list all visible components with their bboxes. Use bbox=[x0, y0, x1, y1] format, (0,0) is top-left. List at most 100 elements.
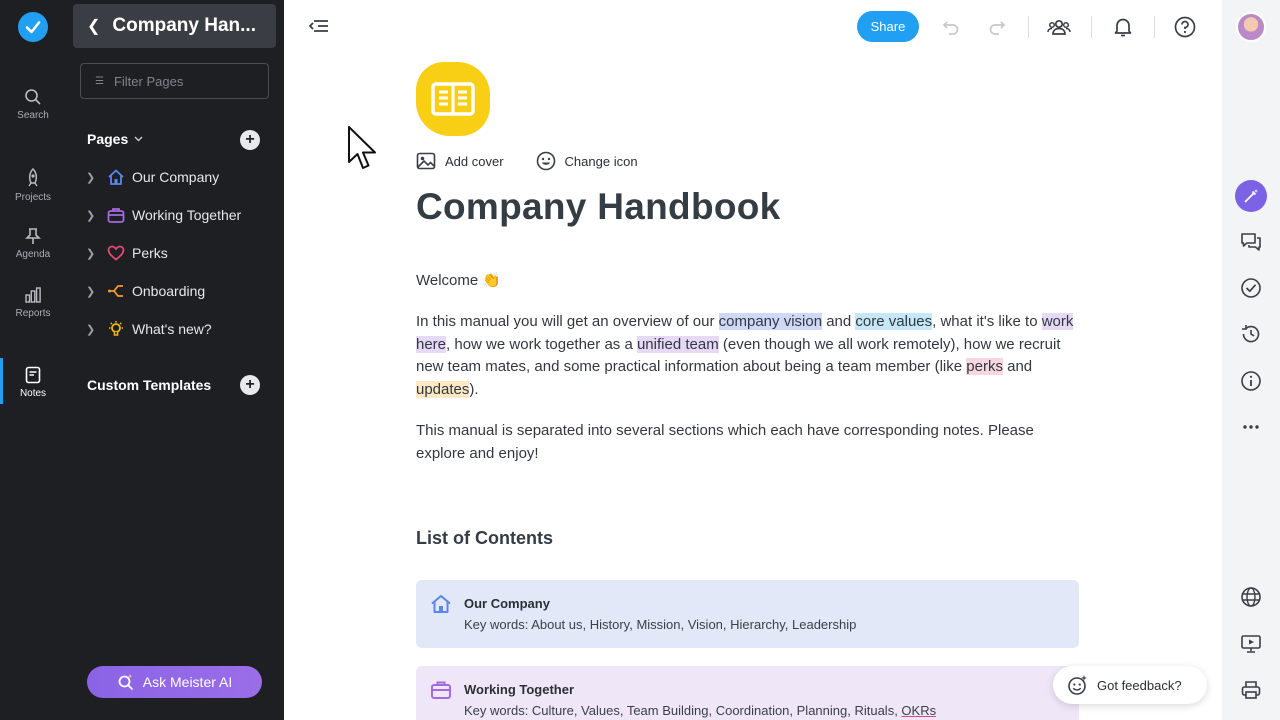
globe-icon[interactable] bbox=[1239, 585, 1263, 609]
text-span: and bbox=[1002, 358, 1033, 375]
toc-card-keywords: Key words: About us, History, Mission, V… bbox=[464, 617, 857, 632]
share-button[interactable]: Share bbox=[857, 11, 919, 42]
ai-search-icon bbox=[118, 674, 133, 691]
chevron-right-icon[interactable]: ❯ bbox=[86, 209, 98, 222]
feedback-button[interactable]: Got feedback? bbox=[1053, 666, 1207, 704]
chevron-right-icon[interactable]: ❯ bbox=[86, 285, 98, 298]
sidebar-item-label: Onboarding bbox=[132, 283, 206, 299]
meistertask-logo-icon[interactable] bbox=[18, 12, 48, 42]
info-icon[interactable] bbox=[1239, 369, 1263, 393]
welcome-paragraph[interactable]: Welcome 👏 bbox=[416, 270, 1080, 293]
note-icon bbox=[25, 366, 41, 384]
right-toolbar bbox=[1222, 0, 1280, 720]
list-of-contents-heading[interactable]: List of Contents bbox=[416, 528, 553, 549]
rail-item-projects[interactable]: Projects bbox=[0, 168, 66, 203]
tasks-check-icon[interactable] bbox=[1239, 276, 1263, 300]
rail-label: Notes bbox=[19, 388, 47, 399]
ask-ai-label: Ask Meister AI bbox=[142, 674, 233, 690]
sidebar-header[interactable]: ❮ Company Han... bbox=[73, 4, 276, 48]
highlight-core-values[interactable]: core values bbox=[855, 313, 933, 330]
sidebar-item-whats-new[interactable]: ❯ What's new? bbox=[86, 317, 212, 341]
highlight-company-vision[interactable]: company vision bbox=[718, 313, 823, 330]
bar-chart-icon bbox=[25, 287, 41, 303]
smiley-icon bbox=[536, 151, 555, 171]
page-title[interactable]: Company Handbook bbox=[416, 186, 781, 228]
cover-actions: Add cover Change icon bbox=[416, 151, 670, 171]
pages-section-label: Pages bbox=[87, 131, 129, 147]
manual-paragraph[interactable]: This manual is separated into several se… bbox=[416, 420, 1080, 465]
rail-label: Agenda bbox=[15, 249, 51, 260]
help-icon[interactable] bbox=[1173, 15, 1197, 39]
toc-card-title: Our Company bbox=[464, 596, 550, 611]
heart-icon bbox=[106, 243, 126, 263]
okrs-link[interactable]: OKRs bbox=[901, 703, 936, 718]
highlight-updates[interactable]: updates bbox=[416, 380, 470, 398]
rocket-icon bbox=[28, 168, 38, 187]
more-options-icon[interactable] bbox=[1239, 415, 1263, 439]
rail-label: Search bbox=[17, 110, 49, 121]
ai-magic-wand-icon[interactable] bbox=[1235, 180, 1267, 212]
rail-item-search[interactable]: Search bbox=[0, 88, 66, 121]
presentation-icon[interactable] bbox=[1239, 632, 1263, 656]
sidebar-item-working-together[interactable]: ❯ Working Together bbox=[86, 203, 241, 227]
change-icon-label: Change icon bbox=[564, 153, 638, 169]
bell-icon[interactable] bbox=[1111, 15, 1135, 39]
undo-icon[interactable] bbox=[939, 15, 963, 39]
text-span: In this manual you will get an overview … bbox=[416, 313, 719, 330]
feedback-label: Got feedback? bbox=[1097, 677, 1182, 693]
toc-card-keywords: Key words: Culture, Values, Team Buildin… bbox=[464, 703, 1079, 718]
chevron-left-icon[interactable]: ❮ bbox=[87, 16, 100, 36]
rail-item-agenda[interactable]: Agenda bbox=[0, 227, 66, 260]
briefcase-icon bbox=[430, 680, 452, 705]
change-icon-button[interactable]: Change icon bbox=[536, 151, 638, 171]
sidebar-item-label: Perks bbox=[132, 245, 168, 261]
text-span: and bbox=[822, 313, 856, 330]
chevron-right-icon[interactable]: ❯ bbox=[86, 247, 98, 260]
members-icon[interactable] bbox=[1047, 15, 1071, 39]
chevron-right-icon[interactable]: ❯ bbox=[86, 323, 98, 336]
sidebar-item-perks[interactable]: ❯ Perks bbox=[86, 241, 168, 265]
filter-pages-input[interactable]: ☰ Filter Pages bbox=[80, 63, 269, 99]
notes-sidebar: ❮ Company Han... ☰ Filter Pages Pages + … bbox=[66, 0, 284, 720]
feedback-smiley-icon bbox=[1068, 675, 1087, 695]
highlight-unified-team[interactable]: unified team bbox=[636, 335, 719, 353]
add-page-button[interactable]: + bbox=[240, 130, 260, 150]
user-avatar[interactable] bbox=[1236, 12, 1266, 42]
pages-section-toggle[interactable]: Pages bbox=[87, 131, 143, 147]
collapse-sidebar-icon[interactable] bbox=[308, 16, 330, 41]
highlight-perks[interactable]: perks bbox=[966, 358, 1003, 375]
custom-templates-label: Custom Templates bbox=[87, 377, 212, 393]
chevron-right-icon[interactable]: ❯ bbox=[86, 171, 98, 184]
book-icon[interactable] bbox=[416, 62, 490, 136]
rail-label: Reports bbox=[15, 308, 51, 319]
pin-icon bbox=[25, 228, 41, 244]
intro-paragraph[interactable]: In this manual you will get an overview … bbox=[416, 311, 1080, 401]
flow-icon bbox=[106, 281, 126, 301]
redo-icon[interactable] bbox=[985, 15, 1009, 39]
toc-card-working-together[interactable]: Working Together Key words: Culture, Val… bbox=[416, 666, 1079, 720]
add-template-button[interactable]: + bbox=[240, 375, 260, 395]
rail-item-reports[interactable]: Reports bbox=[0, 286, 66, 319]
filter-placeholder: Filter Pages bbox=[113, 73, 184, 89]
toc-card-title: Working Together bbox=[464, 682, 575, 697]
image-icon bbox=[416, 152, 436, 170]
home-icon bbox=[106, 167, 126, 187]
text-span: , how we work together as a bbox=[446, 335, 637, 353]
toc-card-our-company[interactable]: Our Company Key words: About us, History… bbox=[416, 580, 1079, 648]
app-rail: Search Projects Agenda Reports Notes bbox=[0, 0, 66, 720]
print-icon[interactable] bbox=[1239, 678, 1263, 702]
search-icon bbox=[25, 89, 41, 105]
home-icon bbox=[430, 594, 452, 619]
sidebar-item-our-company[interactable]: ❯ Our Company bbox=[86, 165, 219, 189]
rail-item-notes[interactable]: Notes bbox=[0, 358, 66, 404]
add-cover-button[interactable]: Add cover bbox=[416, 152, 504, 170]
sidebar-item-onboarding[interactable]: ❯ Onboarding bbox=[86, 279, 205, 303]
add-cover-label: Add cover bbox=[445, 153, 504, 169]
text-span: ). bbox=[469, 380, 479, 398]
sidebar-item-label: What's new? bbox=[132, 321, 212, 337]
history-icon[interactable] bbox=[1239, 322, 1263, 346]
ask-meister-ai-button[interactable]: Ask Meister AI bbox=[87, 666, 262, 698]
sidebar-item-label: Working Together bbox=[132, 207, 242, 223]
comments-icon[interactable] bbox=[1239, 230, 1263, 254]
filter-icon: ☰ bbox=[95, 75, 104, 87]
